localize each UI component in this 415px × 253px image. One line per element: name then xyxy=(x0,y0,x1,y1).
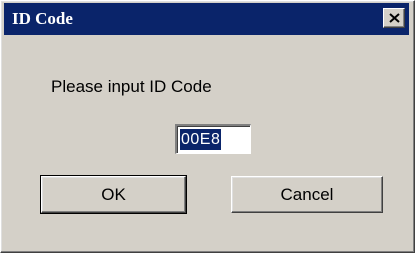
close-icon xyxy=(389,13,400,23)
prompt-label: Please input ID Code xyxy=(51,77,212,96)
ok-button[interactable]: OK xyxy=(40,175,187,214)
dialog-title: ID Code xyxy=(12,9,73,28)
title-bar[interactable]: ID Code xyxy=(4,3,409,35)
id-code-value: 00E8 xyxy=(180,129,222,150)
cancel-button[interactable]: Cancel xyxy=(231,176,383,213)
id-code-input[interactable]: 00E8 xyxy=(175,124,251,154)
id-code-dialog: ID Code Please input ID Code 00E8 OK Can… xyxy=(0,0,415,253)
close-button[interactable] xyxy=(383,8,405,28)
